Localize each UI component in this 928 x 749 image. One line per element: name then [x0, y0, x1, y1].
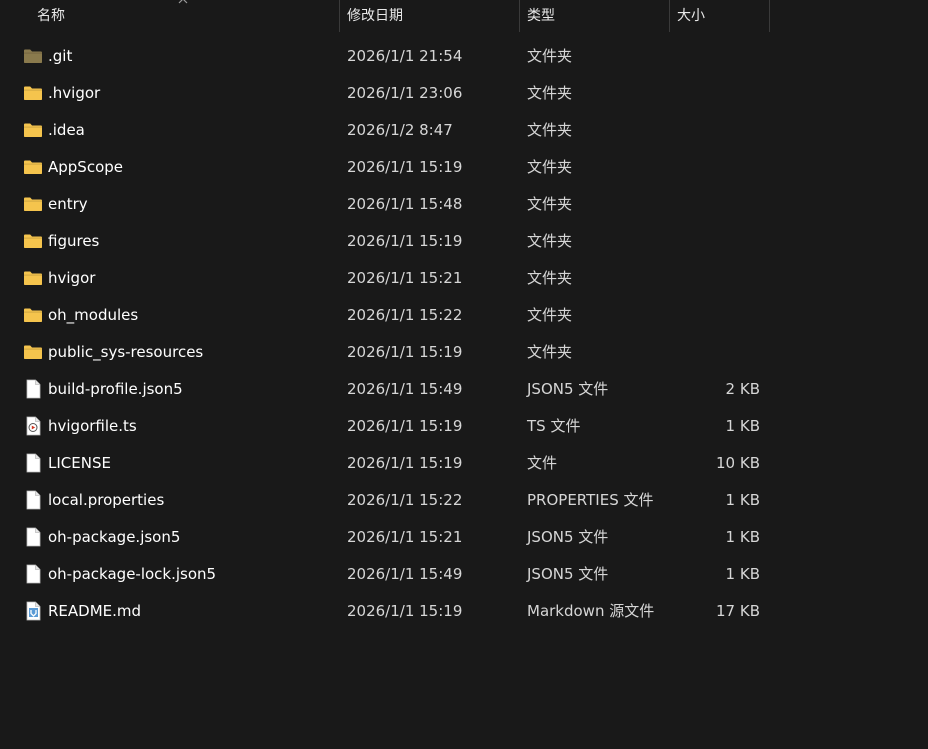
file-modified-date: 2026/1/1 15:49 — [347, 380, 463, 398]
file-name: AppScope — [48, 158, 123, 176]
file-row[interactable]: figures 2026/1/1 15:19 文件夹 — [0, 223, 928, 260]
file-size: 1 KB — [725, 417, 760, 435]
file-icon — [23, 490, 43, 510]
file-modified-date: 2026/1/1 15:22 — [347, 306, 463, 324]
file-modified-date: 2026/1/1 15:19 — [347, 602, 463, 620]
file-type: Markdown 源文件 — [527, 602, 655, 620]
file-row[interactable]: hvigorfile.ts 2026/1/1 15:19 TS 文件 1 KB — [0, 408, 928, 445]
file-modified-date: 2026/1/1 15:19 — [347, 158, 463, 176]
folder-icon — [23, 157, 43, 177]
file-type: 文件夹 — [527, 47, 573, 65]
markdown-file-icon — [23, 601, 43, 621]
file-type: JSON5 文件 — [527, 380, 609, 398]
file-row[interactable]: oh-package-lock.json5 2026/1/1 15:49 JSON5… — [0, 556, 928, 593]
file-name: .git — [48, 47, 73, 65]
file-type: 文件夹 — [527, 158, 573, 176]
file-name: LICENSE — [48, 454, 111, 472]
file-type: 文件夹 — [527, 232, 573, 250]
file-type: 文件夹 — [527, 121, 573, 139]
file-type: 文件夹 — [527, 84, 573, 102]
folder-icon — [23, 268, 43, 288]
file-row[interactable]: entry 2026/1/1 15:48 文件夹 — [0, 186, 928, 223]
file-name: figures — [48, 232, 100, 250]
column-header-size[interactable]: 大小 — [670, 0, 770, 32]
file-modified-date: 2026/1/1 15:21 — [347, 269, 463, 287]
file-list: .git 2026/1/1 21:54 文件夹 .hvigor 2026/1/1 23… — [0, 38, 928, 630]
file-name: hvigorfile.ts — [48, 417, 137, 435]
file-icon — [23, 527, 43, 547]
file-size: 17 KB — [716, 602, 760, 620]
column-header-date[interactable]: 修改日期 — [340, 0, 520, 32]
file-row[interactable]: hvigor 2026/1/1 15:21 文件夹 — [0, 260, 928, 297]
file-explorer: 名称 修改日期 类型 大小 .git 2026/1/1 21:54 文件夹 .hvi… — [0, 0, 928, 749]
file-type: 文件夹 — [527, 343, 573, 361]
file-modified-date: 2026/1/1 23:06 — [347, 84, 463, 102]
file-icon — [23, 379, 43, 399]
file-type: JSON5 文件 — [527, 528, 609, 546]
file-type: PROPERTIES 文件 — [527, 491, 654, 509]
file-row[interactable]: oh-package.json5 2026/1/1 15:21 JSON5 文件 1 … — [0, 519, 928, 556]
ts-file-icon — [23, 416, 43, 436]
file-name: oh_modules — [48, 306, 139, 324]
file-row[interactable]: README.md 2026/1/1 15:19 Markdown 源文件 17 KB — [0, 593, 928, 630]
file-name: build-profile.json5 — [48, 380, 183, 398]
file-row[interactable]: .idea 2026/1/2 8:47 文件夹 — [0, 112, 928, 149]
file-name: public_sys-resources — [48, 343, 204, 361]
folder-icon — [23, 342, 43, 362]
file-modified-date: 2026/1/1 21:54 — [347, 47, 463, 65]
file-name: .hvigor — [48, 84, 101, 102]
file-modified-date: 2026/1/1 15:49 — [347, 565, 463, 583]
file-size: 10 KB — [716, 454, 760, 472]
column-divider[interactable] — [769, 0, 770, 32]
folder-hidden-icon — [23, 46, 43, 66]
file-modified-date: 2026/1/2 8:47 — [347, 121, 453, 139]
file-size: 1 KB — [725, 528, 760, 546]
file-type: JSON5 文件 — [527, 565, 609, 583]
file-name: oh-package-lock.json5 — [48, 565, 217, 583]
file-type: 文件夹 — [527, 269, 573, 287]
file-modified-date: 2026/1/1 15:19 — [347, 232, 463, 250]
file-name: hvigor — [48, 269, 96, 287]
file-row[interactable]: .git 2026/1/1 21:54 文件夹 — [0, 38, 928, 75]
file-row[interactable]: public_sys-resources 2026/1/1 15:19 文件夹 — [0, 334, 928, 371]
folder-icon — [23, 120, 43, 140]
column-header-type[interactable]: 类型 — [520, 0, 670, 32]
file-name: entry — [48, 195, 88, 213]
file-modified-date: 2026/1/1 15:21 — [347, 528, 463, 546]
folder-icon — [23, 83, 43, 103]
file-modified-date: 2026/1/1 15:19 — [347, 454, 463, 472]
file-type: 文件夹 — [527, 195, 573, 213]
file-name: .idea — [48, 121, 85, 139]
file-row[interactable]: AppScope 2026/1/1 15:19 文件夹 — [0, 149, 928, 186]
file-row[interactable]: oh_modules 2026/1/1 15:22 文件夹 — [0, 297, 928, 334]
file-type: 文件夹 — [527, 306, 573, 324]
file-row[interactable]: local.properties 2026/1/1 15:22 PROPERTIES… — [0, 482, 928, 519]
file-name: local.properties — [48, 491, 165, 509]
file-modified-date: 2026/1/1 15:19 — [347, 343, 463, 361]
folder-icon — [23, 305, 43, 325]
file-name: oh-package.json5 — [48, 528, 181, 546]
file-row[interactable]: build-profile.json5 2026/1/1 15:49 JSON5 文… — [0, 371, 928, 408]
file-size: 2 KB — [725, 380, 760, 398]
file-row[interactable]: .hvigor 2026/1/1 23:06 文件夹 — [0, 75, 928, 112]
column-header-bar: 名称 修改日期 类型 大小 — [0, 0, 928, 32]
file-icon — [23, 453, 43, 473]
file-modified-date: 2026/1/1 15:22 — [347, 491, 463, 509]
file-type: TS 文件 — [527, 417, 581, 435]
file-type: 文件 — [527, 454, 558, 472]
file-row[interactable]: LICENSE 2026/1/1 15:19 文件 10 KB — [0, 445, 928, 482]
column-header-name[interactable]: 名称 — [30, 0, 340, 32]
folder-icon — [23, 194, 43, 214]
file-name: README.md — [48, 602, 142, 620]
file-size: 1 KB — [725, 491, 760, 509]
file-icon — [23, 564, 43, 584]
file-modified-date: 2026/1/1 15:19 — [347, 417, 463, 435]
file-modified-date: 2026/1/1 15:48 — [347, 195, 463, 213]
folder-icon — [23, 231, 43, 251]
file-size: 1 KB — [725, 565, 760, 583]
